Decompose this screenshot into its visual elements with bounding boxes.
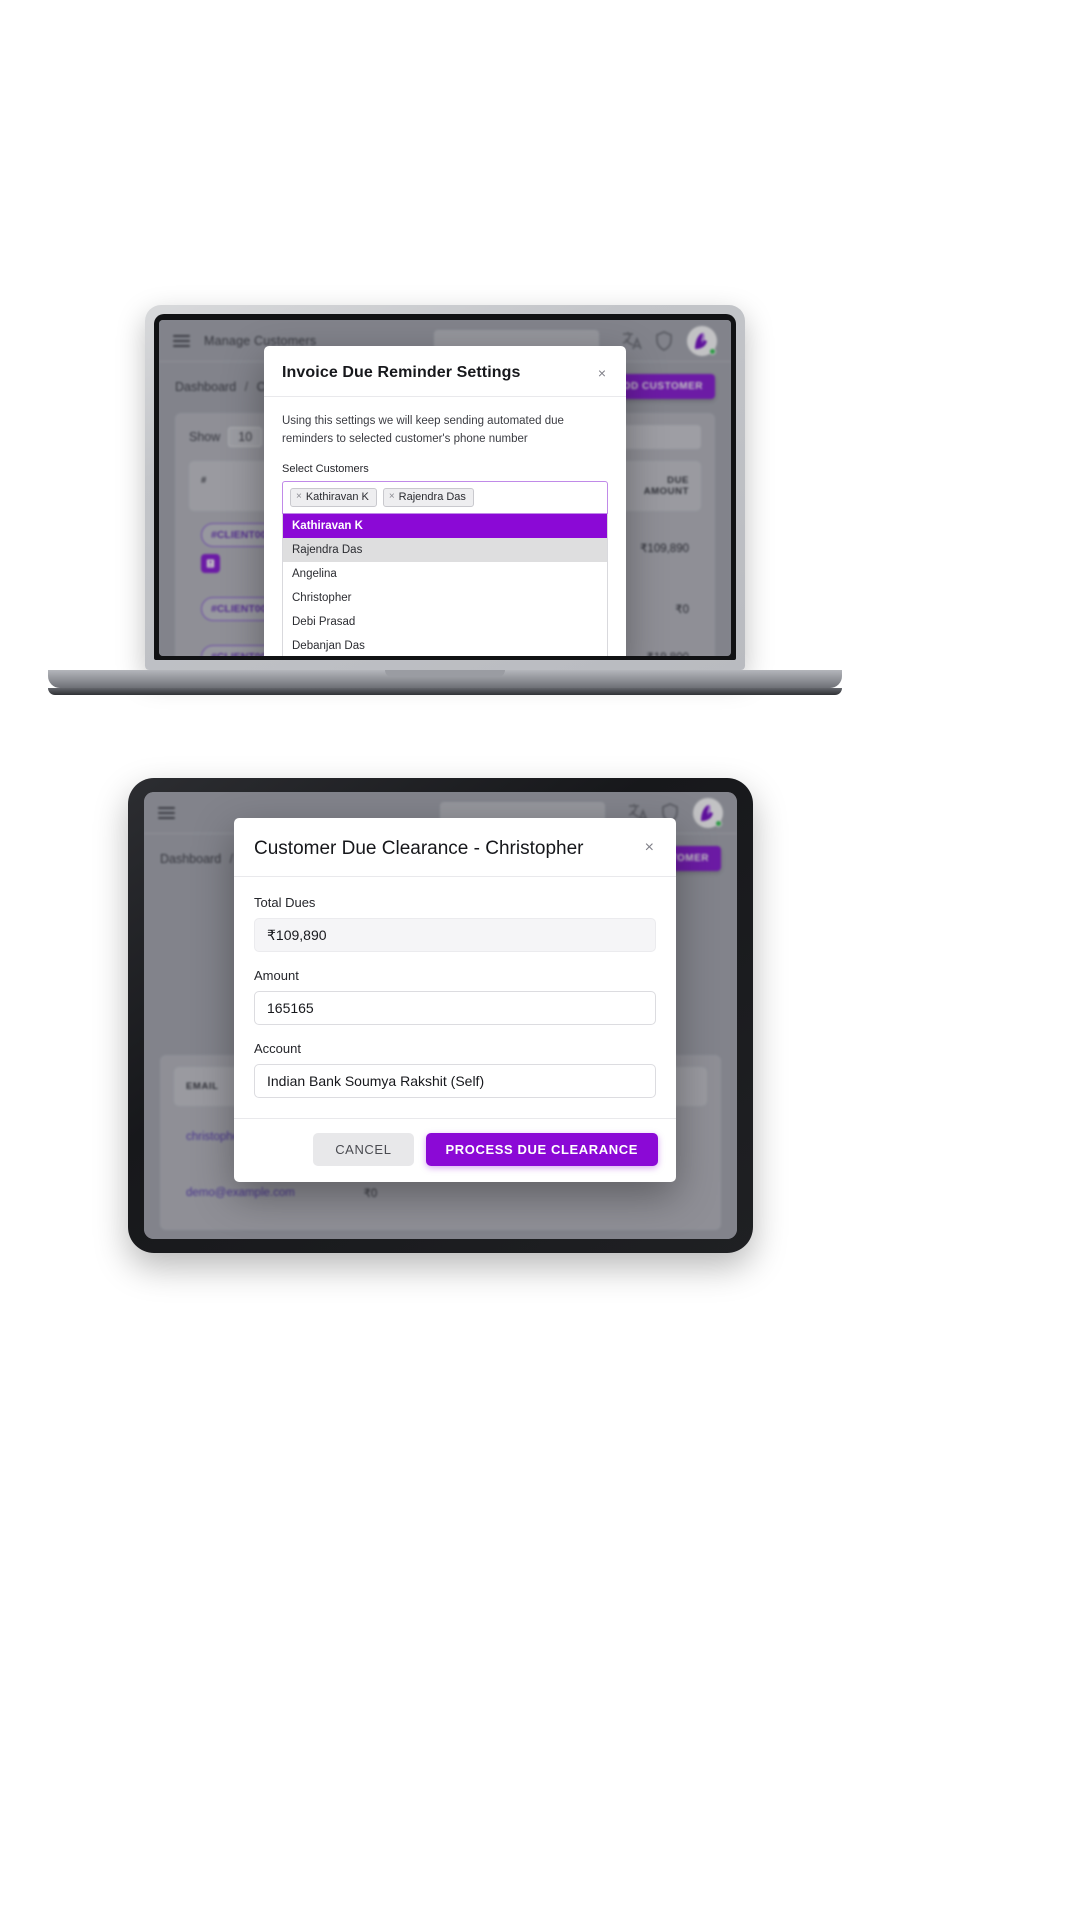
cancel-button[interactable]: CANCEL [313, 1133, 414, 1166]
select-customers-input[interactable]: × Kathiravan K × Rajendra Das [282, 480, 608, 514]
customer-options-dropdown[interactable]: Kathiravan K Rajendra Das Angelina Chris… [282, 513, 608, 656]
total-dues-label: Total Dues [254, 895, 316, 910]
page-root: Manage Customers Dashboard / + ADD CUSTO… [0, 0, 1080, 1920]
process-due-clearance-button[interactable]: PROCESS DUE CLEARANCE [425, 1133, 658, 1166]
selected-tag[interactable]: × Kathiravan K [290, 487, 377, 507]
modal-description: Using this settings we will keep sending… [282, 415, 564, 445]
modal-body: Using this settings we will keep sending… [264, 397, 626, 656]
modal-body: Total Dues ₹109,890 Amount 165165 Accoun… [234, 877, 676, 1104]
modal-footer: CANCEL PROCESS DUE CLEARANCE [234, 1119, 676, 1182]
modal-title: Customer Due Clearance - Christopher [254, 838, 584, 859]
dropdown-option[interactable]: Rajendra Das [283, 537, 607, 562]
total-dues-field: ₹109,890 [254, 918, 656, 952]
tag-label: Rajendra Das [398, 490, 466, 503]
dropdown-option[interactable]: Debi Prasad [283, 610, 607, 634]
modal-header: Invoice Due Reminder Settings × [264, 346, 626, 396]
amount-input[interactable]: 165165 [254, 991, 656, 1025]
invoice-due-reminder-modal: Invoice Due Reminder Settings × Using th… [264, 346, 626, 656]
laptop-device: Manage Customers Dashboard / + ADD CUSTO… [48, 305, 842, 695]
laptop-foot [48, 688, 842, 695]
modal-header: Customer Due Clearance - Christopher × [234, 818, 676, 876]
close-icon[interactable]: × [596, 364, 608, 382]
remove-tag-icon[interactable]: × [389, 491, 395, 502]
tablet-screen: Dashboard / Customers + ADD CUSTOMER EMA… [144, 792, 737, 1239]
select-customers-label: Select Customers [282, 462, 369, 475]
dropdown-option[interactable]: Kathiravan K [283, 513, 607, 538]
dropdown-option[interactable]: Angelina [283, 562, 607, 586]
dropdown-option[interactable]: Debanjan Das [283, 634, 607, 656]
laptop-lid: Manage Customers Dashboard / + ADD CUSTO… [145, 305, 745, 670]
dropdown-option[interactable]: Christopher [283, 586, 607, 610]
account-label: Account [254, 1041, 301, 1056]
close-icon[interactable]: × [643, 838, 656, 858]
tag-label: Kathiravan K [305, 490, 369, 503]
tablet-device: Dashboard / Customers + ADD CUSTOMER EMA… [128, 778, 753, 1253]
account-select[interactable]: Indian Bank Soumya Rakshit (Self) [254, 1064, 656, 1098]
laptop-bezel: Manage Customers Dashboard / + ADD CUSTO… [154, 314, 736, 660]
laptop-screen: Manage Customers Dashboard / + ADD CUSTO… [159, 320, 731, 656]
remove-tag-icon[interactable]: × [296, 491, 302, 502]
tablet-frame: Dashboard / Customers + ADD CUSTOMER EMA… [128, 778, 753, 1253]
laptop-base [48, 670, 842, 688]
customer-due-clearance-modal: Customer Due Clearance - Christopher × T… [234, 818, 676, 1182]
selected-tag[interactable]: × Rajendra Das [382, 487, 474, 507]
modal-title: Invoice Due Reminder Settings [282, 364, 521, 381]
amount-label: Amount [254, 968, 299, 983]
